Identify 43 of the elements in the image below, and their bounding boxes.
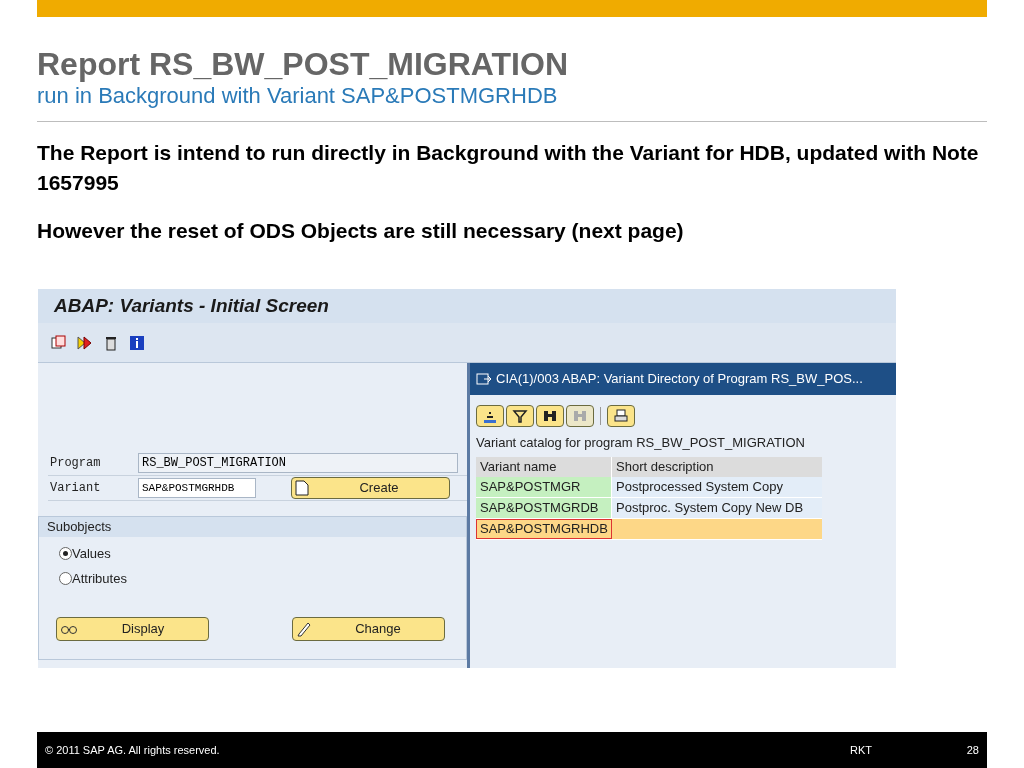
table-cell-text: Postproc. System Copy New DB	[615, 498, 805, 517]
group-title: Subobjects	[39, 517, 466, 537]
body-paragraph: However the reset of ODS Objects are still necessary (next page)	[37, 218, 685, 244]
program-field[interactable]: RS_BW_POST_MIGRATION	[138, 453, 458, 473]
glasses-icon	[60, 623, 78, 635]
trash-icon[interactable]	[103, 334, 119, 351]
copy-icon[interactable]	[51, 334, 67, 351]
variant-row[interactable]: SAP&POSTMGRDB Postproc. System Copy New DB	[476, 497, 822, 519]
document-icon	[295, 480, 309, 496]
column-header: Short description	[615, 457, 715, 476]
filter-icon[interactable]	[506, 405, 534, 427]
pencil-icon	[296, 621, 312, 637]
table-cell: SAP&POSTMGRDB	[476, 497, 612, 518]
copyright-text: © 2011 SAP AG. All rights reserved.	[45, 742, 221, 758]
slide-subtitle: run in Background with Variant SAP&POSTMGRHDB	[37, 83, 559, 109]
print-icon[interactable]	[607, 405, 635, 427]
variant-row[interactable]: SAP&POSTMGR Postprocessed System Copy	[476, 476, 822, 498]
popup-title: CIA(1)/003 ABAP: Variant Directory of Program RS_BW_POS...	[470, 363, 896, 395]
field-label: Variant	[49, 480, 102, 497]
radio-label: Attributes	[72, 569, 127, 588]
execute-icon[interactable]	[77, 334, 93, 351]
display-button[interactable]: Display	[56, 617, 209, 641]
radio-button[interactable]	[59, 572, 72, 585]
table-cell: SAP&POSTMGRHDB	[476, 518, 612, 539]
variant-row[interactable]: SAP&POSTMGRHDB	[476, 518, 822, 540]
info-icon[interactable]	[129, 334, 145, 351]
page-number: 28	[965, 742, 979, 758]
radio-label: Values	[72, 544, 111, 563]
body-paragraph: The Report is intend to run directly in Background with the Variant for HDB, updated with Note 1657995	[37, 140, 980, 196]
radio-button[interactable]	[59, 547, 72, 560]
sort-ascending-icon[interactable]	[476, 405, 504, 427]
table-cell: SAP&POSTMGR	[476, 476, 612, 497]
slide-title: Report RS_BW_POST_MIGRATION	[37, 45, 569, 83]
author-text: RKT	[850, 742, 873, 758]
field-label: Program	[49, 455, 102, 472]
popup-window-icon	[476, 372, 492, 386]
column-header: Variant name	[476, 456, 612, 477]
table-cell-text: Postprocessed System Copy	[615, 477, 784, 496]
window-title: ABAP: Variants - Initial Screen	[38, 289, 896, 323]
variant-field[interactable]: SAP&POSTMGRHDB	[138, 478, 256, 498]
catalog-caption: Variant catalog for program RS_BW_POST_MIGRATION	[475, 434, 806, 452]
create-button[interactable]: Create	[291, 477, 450, 499]
change-button[interactable]: Change	[292, 617, 445, 641]
